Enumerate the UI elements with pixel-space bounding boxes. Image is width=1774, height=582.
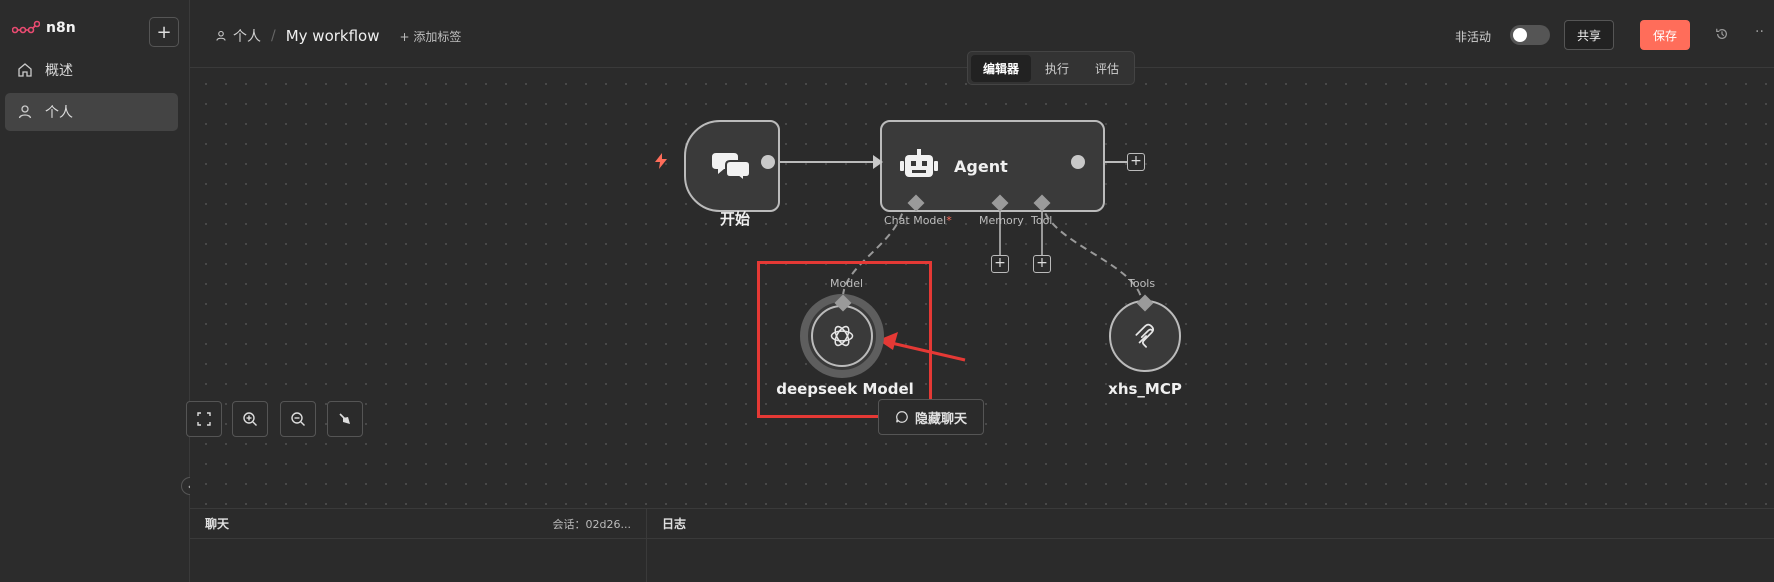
add-tag-link[interactable]: + 添加标签 bbox=[400, 28, 462, 45]
robot-icon bbox=[900, 149, 938, 177]
chat-panel-header: 聊天 会话：02d26... bbox=[190, 509, 646, 539]
zoom-out-button[interactable] bbox=[280, 401, 316, 437]
chat-panel: 聊天 会话：02d26... bbox=[190, 509, 647, 582]
fit-view-button[interactable] bbox=[186, 401, 222, 437]
n8n-app: n8n + 概述 个人 ‹ 个人 bbox=[0, 0, 1774, 582]
zoom-out-icon bbox=[291, 412, 305, 426]
user-icon bbox=[18, 105, 32, 119]
tab-editor[interactable]: 编辑器 bbox=[971, 54, 1032, 82]
logo[interactable]: n8n bbox=[12, 20, 76, 36]
tidy-up-button[interactable] bbox=[327, 401, 363, 437]
active-toggle[interactable] bbox=[1510, 25, 1550, 45]
more-menu-button[interactable]: ·· bbox=[1755, 24, 1764, 40]
hide-chat-button[interactable]: 隐藏聊天 bbox=[878, 399, 984, 435]
tab-evaluations[interactable]: 评估 bbox=[1083, 55, 1131, 82]
app-name: n8n bbox=[46, 20, 76, 36]
home-icon bbox=[18, 63, 32, 77]
chat-model-label: Chat Model* bbox=[884, 214, 952, 227]
active-status-label: 非活动 bbox=[1455, 30, 1492, 44]
view-tabs: 编辑器 执行 评估 bbox=[967, 51, 1136, 85]
sidebar: n8n + 概述 个人 ‹ bbox=[0, 0, 199, 582]
tool-label: Tool bbox=[1031, 214, 1053, 227]
annotation-highlight-box bbox=[757, 261, 932, 418]
tab-executions[interactable]: 执行 bbox=[1033, 55, 1081, 82]
log-panel-title: 日志 bbox=[662, 517, 687, 531]
node-label-agent: Agent bbox=[954, 156, 1008, 176]
mcp-icon bbox=[1135, 323, 1154, 348]
share-button[interactable]: 共享 bbox=[1564, 20, 1614, 50]
history-icon[interactable] bbox=[1715, 27, 1729, 41]
chat-icon bbox=[896, 411, 908, 423]
workflow-canvas[interactable]: 编辑器 执行 评估 开始 Agent + Chat Model* Memory … bbox=[186, 51, 1774, 508]
log-panel-header: 日志 bbox=[647, 509, 1774, 539]
owner-label: 个人 bbox=[233, 29, 261, 45]
node-label-trigger: 开始 bbox=[719, 210, 750, 228]
tools-port-label: Tools bbox=[1128, 277, 1156, 290]
fit-view-icon bbox=[197, 412, 211, 426]
user-icon bbox=[216, 30, 226, 41]
sidebar-item-label: 个人 bbox=[45, 105, 73, 121]
add-tool-button[interactable]: + bbox=[1033, 255, 1051, 273]
toggle-knob bbox=[1513, 28, 1527, 42]
add-memory-button[interactable]: + bbox=[991, 255, 1009, 273]
chat-panel-title: 聊天 bbox=[205, 517, 230, 531]
breadcrumb: 个人 / My workflow + 添加标签 bbox=[215, 26, 461, 46]
agent-input-port[interactable] bbox=[873, 155, 885, 169]
connection-tool-mcp[interactable] bbox=[1041, 201, 1143, 304]
log-panel: 日志 bbox=[647, 509, 1774, 582]
lightning-icon bbox=[655, 153, 667, 169]
sidebar-item-personal[interactable]: 个人 bbox=[5, 93, 178, 131]
breadcrumb-owner[interactable]: 个人 bbox=[215, 26, 261, 46]
n8n-logo-icon bbox=[12, 20, 40, 34]
trigger-output-port[interactable] bbox=[761, 155, 775, 169]
agent-output-port[interactable] bbox=[1071, 155, 1085, 169]
workflow-name[interactable]: My workflow bbox=[286, 27, 380, 45]
chat-bubbles-icon bbox=[712, 153, 751, 183]
sidebar-item-overview[interactable]: 概述 bbox=[5, 51, 178, 89]
breadcrumb-separator: / bbox=[271, 28, 276, 44]
save-button[interactable]: 保存 bbox=[1640, 20, 1690, 50]
session-id[interactable]: 会话：02d26... bbox=[553, 516, 631, 532]
add-workflow-button[interactable]: + bbox=[149, 17, 179, 47]
memory-label: Memory bbox=[979, 214, 1024, 227]
hide-chat-label: 隐藏聊天 bbox=[914, 411, 967, 427]
broom-icon bbox=[339, 413, 350, 424]
zoom-in-icon bbox=[243, 412, 257, 426]
zoom-in-button[interactable] bbox=[232, 401, 268, 437]
bottom-panel: 聊天 会话：02d26... 日志 bbox=[190, 508, 1774, 582]
add-node-after-agent-button[interactable]: + bbox=[1127, 153, 1145, 171]
sidebar-item-label: 概述 bbox=[45, 63, 73, 79]
node-label-mcp: xhs_MCP bbox=[1108, 380, 1182, 398]
